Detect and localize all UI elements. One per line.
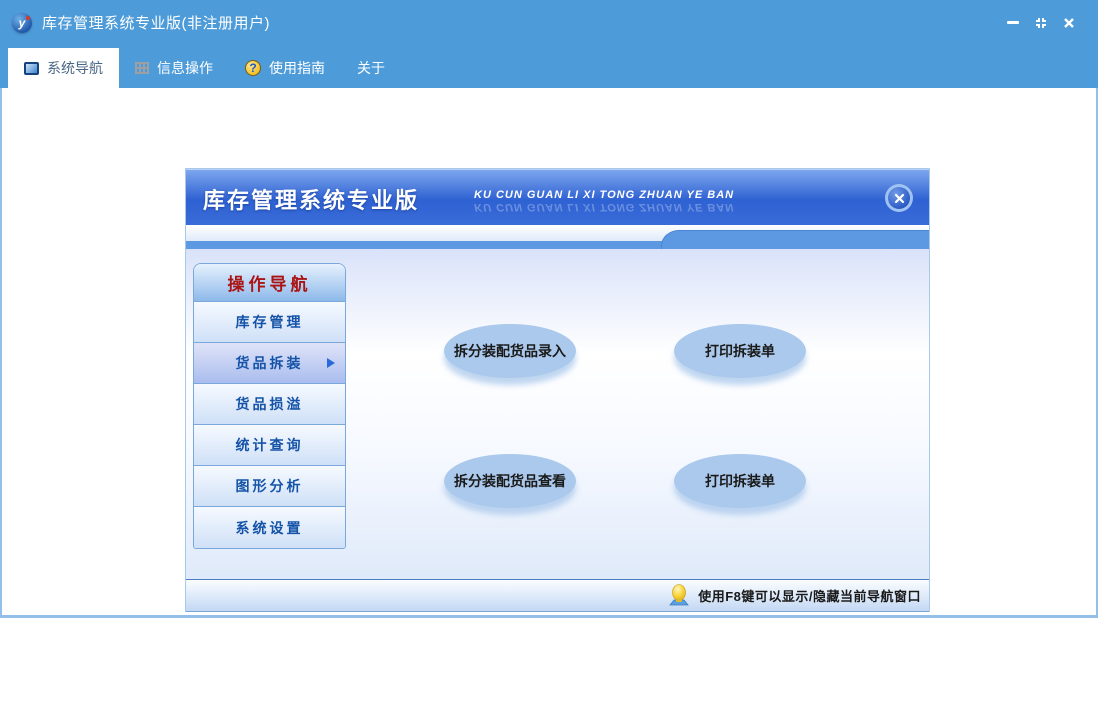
subbar-swoosh	[661, 230, 929, 249]
panel-body: 操作导航 库存管理 货品拆装 货品损溢 统计查询 图形分	[186, 249, 929, 579]
status-suffix: 键可以显示/隐藏当前导航窗口	[741, 589, 921, 604]
nav-item-statistics-query[interactable]: 统计查询	[194, 425, 345, 466]
lightbulb-icon	[668, 584, 690, 608]
close-icon	[1063, 17, 1075, 29]
tab-label: 系统导航	[47, 58, 103, 78]
close-circle-icon	[888, 187, 910, 209]
nav-item-label: 库存管理	[236, 312, 304, 332]
nav-item-inventory-management[interactable]: 库存管理	[194, 302, 345, 343]
minimize-button[interactable]	[1004, 14, 1022, 32]
tab-label: 关于	[357, 58, 385, 78]
side-navigation: 操作导航 库存管理 货品拆装 货品损溢 统计查询 图形分	[193, 263, 346, 549]
tab-label: 使用指南	[269, 58, 325, 78]
nav-item-system-settings[interactable]: 系统设置	[194, 507, 345, 548]
nav-item-label: 系统设置	[236, 518, 304, 538]
restore-button[interactable]	[1032, 14, 1050, 32]
nav-item-label: 图形分析	[236, 476, 304, 496]
tab-user-guide[interactable]: ? 使用指南	[229, 48, 341, 88]
tabbar: 系统导航 信息操作 ? 使用指南 关于	[0, 45, 1098, 88]
nav-item-label: 货品拆装	[236, 353, 304, 373]
window-content-area: 库存管理系统专业版 KU CUN GUAN LI XI TONG ZHUAN Y…	[0, 88, 1098, 618]
tab-info-operations[interactable]: 信息操作	[119, 48, 229, 88]
tab-label: 信息操作	[157, 58, 213, 78]
panel-statusbar: 使用F8键可以显示/隐藏当前导航窗口	[186, 579, 929, 612]
titlebar: y 库存管理系统专业版(非注册用户)	[0, 0, 1098, 45]
grid-icon	[135, 62, 149, 74]
button-print-assembly-slip-2[interactable]: 打印拆装单	[674, 454, 806, 508]
app-logo-icon: y	[12, 13, 32, 33]
close-button[interactable]	[1060, 14, 1078, 32]
help-icon: ?	[245, 60, 261, 76]
nav-item-goods-loss-gain[interactable]: 货品损溢	[194, 384, 345, 425]
panel-subbar	[186, 225, 929, 249]
button-assembly-view[interactable]: 拆分装配货品查看	[444, 454, 576, 508]
status-prefix: 使用	[698, 589, 725, 604]
panel-close-button[interactable]	[885, 184, 913, 212]
arrow-right-icon	[327, 358, 335, 368]
panel-title: 库存管理系统专业版	[203, 183, 419, 215]
panel-subtitle-reflection: KU CUN GUAN LI XI TONG ZHUAN YE BAN	[474, 200, 734, 214]
nav-item-label: 统计查询	[236, 435, 304, 455]
nav-item-goods-assembly[interactable]: 货品拆装	[194, 343, 345, 384]
panel-header: 库存管理系统专业版 KU CUN GUAN LI XI TONG ZHUAN Y…	[186, 169, 929, 225]
window-icon	[24, 62, 39, 75]
button-print-assembly-slip-1[interactable]: 打印拆装单	[674, 324, 806, 378]
status-hotkey: F8	[725, 589, 741, 604]
tab-about[interactable]: 关于	[341, 48, 401, 88]
button-assembly-entry[interactable]: 拆分装配货品录入	[444, 324, 576, 378]
tab-system-navigation[interactable]: 系统导航	[8, 48, 119, 88]
app-window: y 库存管理系统专业版(非注册用户) 系统导航 信息操作	[0, 0, 1098, 618]
window-controls	[1004, 14, 1086, 32]
window-title: 库存管理系统专业版(非注册用户)	[42, 12, 270, 33]
panel-subtitle-wrap: KU CUN GUAN LI XI TONG ZHUAN YE BAN KU C…	[474, 188, 734, 214]
nav-header: 操作导航	[194, 264, 345, 302]
nav-item-label: 货品损溢	[236, 394, 304, 414]
status-message: 使用F8键可以显示/隐藏当前导航窗口	[698, 586, 921, 605]
minimize-icon	[1007, 21, 1019, 24]
navigation-panel: 库存管理系统专业版 KU CUN GUAN LI XI TONG ZHUAN Y…	[185, 168, 930, 612]
restore-icon	[1034, 16, 1048, 30]
nav-item-graph-analysis[interactable]: 图形分析	[194, 466, 345, 507]
